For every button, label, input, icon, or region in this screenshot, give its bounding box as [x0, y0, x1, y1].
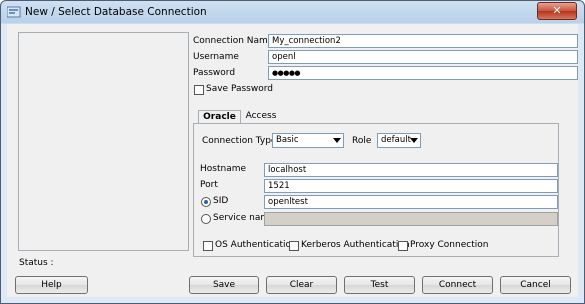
- connections-list[interactable]: [18, 32, 189, 251]
- os-auth-label: OS Authentication: [215, 240, 297, 250]
- hostname-field[interactable]: localhost: [264, 163, 558, 177]
- test-button[interactable]: Test: [344, 276, 415, 294]
- chevron-down-icon: [333, 138, 341, 143]
- sid-field[interactable]: openltest: [264, 195, 558, 209]
- dialog-body: Connection Name My_connection2 Username …: [7, 24, 578, 297]
- password-label: Password: [193, 68, 236, 78]
- save-password-label: Save Password: [206, 84, 273, 94]
- connection-type-label: Connection Type: [202, 136, 277, 146]
- service-name-field[interactable]: [264, 212, 558, 226]
- connect-button[interactable]: Connect: [422, 276, 493, 294]
- service-name-radio[interactable]: [201, 214, 211, 224]
- title-bar[interactable]: New / Select Database Connection ✕: [1, 1, 584, 24]
- connection-type-value: Basic: [276, 135, 299, 145]
- role-label: Role: [352, 136, 372, 146]
- chevron-down-icon: [410, 138, 418, 143]
- proxy-connection-checkbox[interactable]: [398, 241, 408, 251]
- dialog-window: New / Select Database Connection ✕ Conne…: [0, 0, 585, 304]
- connection-type-select[interactable]: Basic: [272, 133, 344, 148]
- cancel-button[interactable]: Cancel: [500, 276, 571, 294]
- tab-oracle[interactable]: Oracle: [198, 110, 241, 124]
- hostname-label: Hostname: [200, 164, 247, 174]
- tab-access[interactable]: Access: [241, 110, 281, 123]
- os-auth-checkbox[interactable]: [203, 241, 213, 251]
- kerberos-auth-label: Kerberos Authentication: [301, 240, 410, 250]
- username-label: Username: [193, 52, 239, 62]
- status-label: Status :: [19, 258, 54, 268]
- connection-name-label: Connection Name: [193, 36, 274, 46]
- save-password-checkbox[interactable]: [194, 85, 204, 95]
- port-label: Port: [200, 180, 218, 190]
- save-button[interactable]: Save: [189, 276, 259, 294]
- role-select[interactable]: default: [377, 133, 421, 148]
- sid-label: SID: [213, 196, 229, 206]
- role-value: default: [381, 135, 411, 145]
- help-button[interactable]: Help: [15, 276, 88, 294]
- database-icon: [7, 6, 21, 18]
- clear-button[interactable]: Clear: [266, 276, 337, 294]
- password-field[interactable]: ●●●●●: [268, 66, 578, 80]
- connection-name-field[interactable]: My_connection2: [268, 34, 578, 48]
- db-type-tabs: Oracle Access Connection Type Basic Role…: [193, 110, 563, 257]
- sid-radio[interactable]: [201, 197, 211, 207]
- username-field[interactable]: openl: [268, 50, 578, 64]
- kerberos-auth-checkbox[interactable]: [289, 241, 299, 251]
- close-button[interactable]: ✕: [537, 2, 577, 20]
- proxy-connection-label: Proxy Connection: [410, 240, 489, 250]
- oracle-panel: Connection Type Basic Role default Hostn…: [193, 123, 559, 257]
- window-title: New / Select Database Connection: [25, 6, 207, 18]
- port-field[interactable]: 1521: [264, 179, 558, 193]
